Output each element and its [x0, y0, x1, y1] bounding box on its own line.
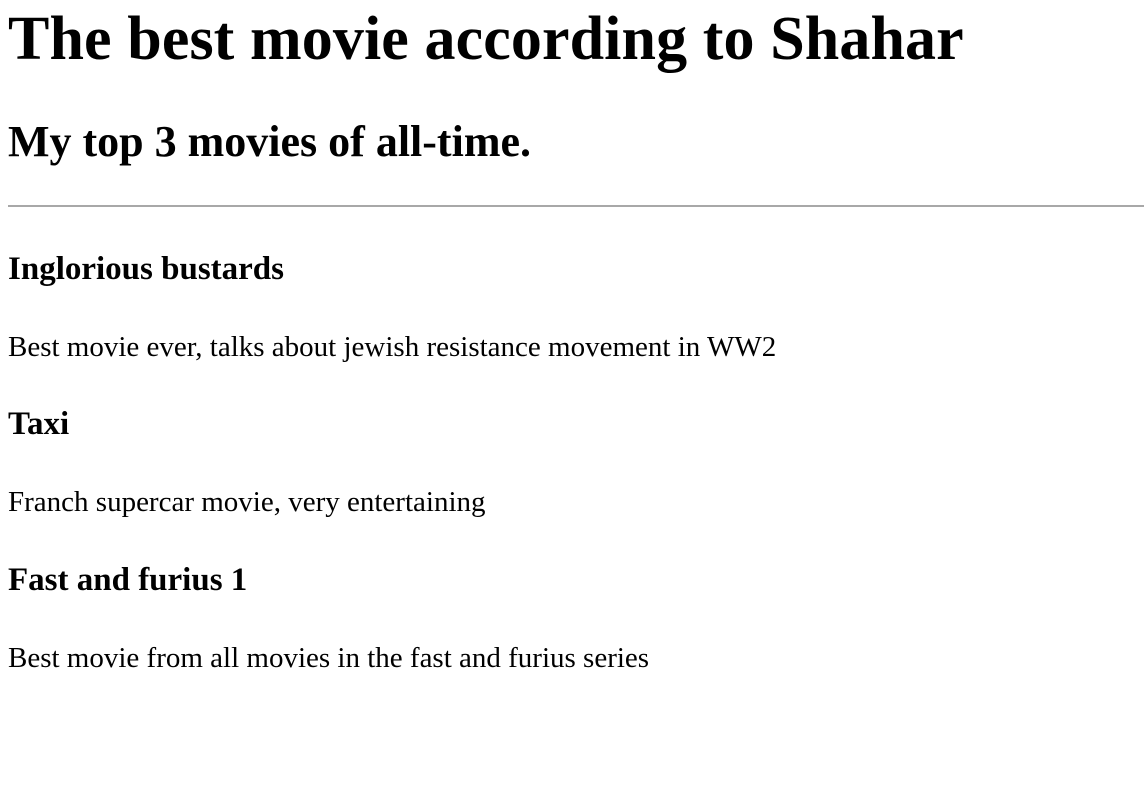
movie-title: Inglorious bustards — [8, 251, 285, 287]
page-subtitle: My top 3 movies of all-time. — [8, 117, 531, 166]
movie-entry: Fast and furius 1 Best movie from all mo… — [8, 561, 1144, 675]
movie-entry: Taxi Franch supercar movie, very enterta… — [8, 405, 1144, 519]
page-title: The best movie according to Shahar — [8, 5, 964, 73]
divider — [8, 205, 1144, 207]
movie-description: Best movie ever, talks about jewish resi… — [8, 331, 777, 363]
movie-description: Best movie from all movies in the fast a… — [8, 642, 650, 674]
movie-entry: Inglorious bustards Best movie ever, tal… — [8, 250, 1144, 364]
movie-description: Franch supercar movie, very entertaining — [8, 486, 486, 518]
movie-title: Fast and furius 1 — [8, 562, 248, 598]
movie-title: Taxi — [8, 406, 70, 442]
